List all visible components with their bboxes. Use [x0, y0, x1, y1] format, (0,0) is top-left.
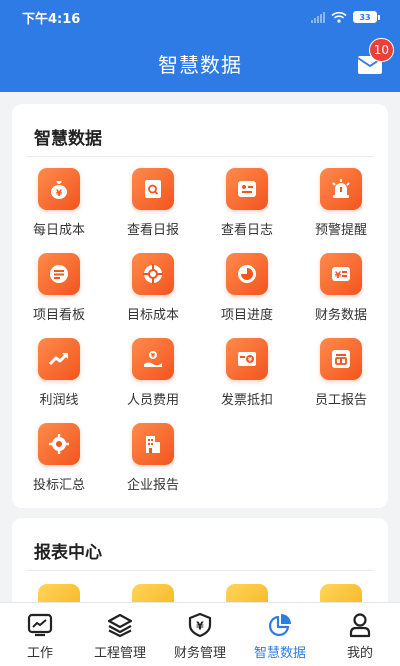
- tile-finance-data[interactable]: ¥ 财务数据: [294, 251, 388, 336]
- tile-label: 目标成本: [126, 308, 179, 323]
- alarm-icon: [320, 168, 362, 210]
- invoice-icon: ¥: [226, 338, 268, 380]
- tile-profit-line[interactable]: 利润线: [12, 336, 106, 421]
- divider: [26, 156, 374, 157]
- layers-icon: [107, 613, 133, 638]
- tab-finance-management[interactable]: ¥ 财务管理: [160, 603, 240, 666]
- log-icon: [226, 168, 268, 210]
- tile-company-report[interactable]: 企业报告: [106, 421, 200, 506]
- status-bar: 下午4:16 33: [0, 0, 400, 34]
- tile-label: 每日成本: [32, 223, 85, 238]
- user-icon: [349, 613, 371, 638]
- status-time: 下午4:16: [22, 11, 81, 27]
- divider: [26, 570, 374, 571]
- tile-label: 企业报告: [126, 478, 179, 493]
- tab-label: 智慧数据: [253, 646, 306, 661]
- tile-label: 人员费用: [126, 393, 179, 408]
- tile-label: 财务数据: [314, 308, 367, 323]
- tile-label: 投标汇总: [32, 478, 85, 493]
- tab-label: 工作: [26, 646, 53, 661]
- shield-yen-icon: ¥: [188, 612, 212, 638]
- pie-chart-icon: [269, 614, 291, 636]
- wifi-icon: [331, 11, 347, 23]
- company-report-icon: [132, 423, 174, 465]
- personnel-cost-icon: ¥: [132, 338, 174, 380]
- page-title: 智慧数据: [158, 52, 242, 77]
- status-icons: 33: [311, 11, 380, 23]
- tile-staff-report[interactable]: 员工报告: [294, 336, 388, 421]
- tile-alert-reminder[interactable]: 预警提醒: [294, 166, 388, 251]
- tile-bid-summary[interactable]: 投标汇总: [12, 421, 106, 506]
- target-icon: [132, 253, 174, 295]
- report-search-icon: [132, 168, 174, 210]
- smart-data-grid: ¥ 每日成本 查看日报 查看日志 预警提醒 项目看板 目标成本 项目进度 ¥ 财…: [12, 166, 388, 506]
- battery-icon: 33: [353, 11, 380, 23]
- tile-label: 查看日报: [126, 223, 179, 238]
- finance-yen-icon: ¥: [320, 253, 362, 295]
- app-header: 智慧数据 10: [0, 34, 400, 92]
- mail-button[interactable]: 10: [356, 38, 394, 78]
- staff-report-icon: [320, 338, 362, 380]
- tile-label: 预警提醒: [314, 223, 367, 238]
- tile-project-board[interactable]: 项目看板: [12, 251, 106, 336]
- mail-badge: 10: [368, 38, 394, 62]
- trend-icon: [38, 338, 80, 380]
- tile-view-log[interactable]: 查看日志: [200, 166, 294, 251]
- tile-project-progress[interactable]: 项目进度: [200, 251, 294, 336]
- tile-personnel-cost[interactable]: ¥ 人员费用: [106, 336, 200, 421]
- tile-label: 查看日志: [220, 223, 273, 238]
- tab-mine[interactable]: 我的: [320, 603, 400, 666]
- tab-work[interactable]: 工作: [0, 603, 80, 666]
- bottom-tab-bar: 工作 工程管理 ¥ 财务管理 智慧数据 我的: [0, 602, 400, 666]
- tab-label: 工程管理: [93, 646, 146, 661]
- section-title-report-center: 报表中心: [34, 543, 102, 563]
- tile-label: 利润线: [39, 393, 79, 408]
- board-icon: [38, 253, 80, 295]
- work-monitor-icon: [27, 613, 53, 637]
- tile-label: 项目看板: [32, 308, 85, 323]
- tile-label: 项目进度: [220, 308, 273, 323]
- tab-label: 财务管理: [173, 646, 226, 661]
- tile-view-daily-report[interactable]: 查看日报: [106, 166, 200, 251]
- svg-text:¥: ¥: [335, 271, 342, 281]
- tab-smart-data[interactable]: 智慧数据: [240, 603, 320, 666]
- tile-invoice-deduction[interactable]: ¥ 发票抵扣: [200, 336, 294, 421]
- smart-data-card: 智慧数据 ¥ 每日成本 查看日报 查看日志 预警提醒 项目看板 目标成本 项目进…: [12, 104, 388, 508]
- section-title-smart-data: 智慧数据: [34, 129, 102, 149]
- battery-level: 33: [353, 11, 377, 23]
- tab-label: 我的: [346, 646, 373, 661]
- svg-text:¥: ¥: [196, 620, 204, 633]
- bid-summary-icon: [38, 423, 80, 465]
- signal-icon: [311, 11, 325, 23]
- tile-label: 发票抵扣: [220, 393, 273, 408]
- tile-daily-cost[interactable]: ¥ 每日成本: [12, 166, 106, 251]
- money-bag-icon: ¥: [38, 168, 80, 210]
- tab-project-management[interactable]: 工程管理: [80, 603, 160, 666]
- svg-text:¥: ¥: [56, 189, 63, 199]
- progress-pie-icon: [226, 253, 268, 295]
- tile-label: 员工报告: [314, 393, 367, 408]
- tile-target-cost[interactable]: 目标成本: [106, 251, 200, 336]
